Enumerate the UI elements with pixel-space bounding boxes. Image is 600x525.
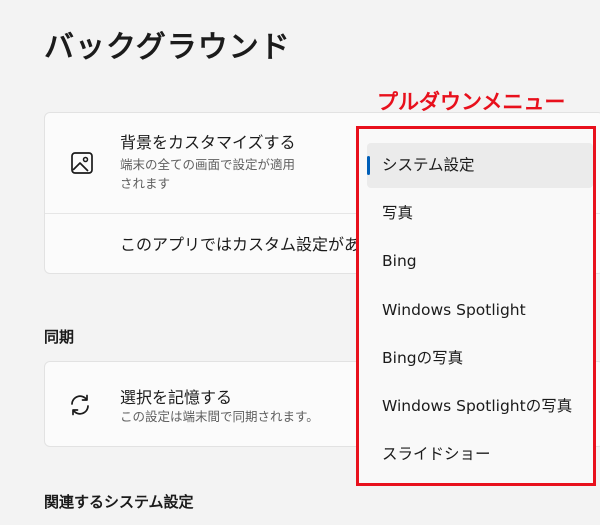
dropdown-option-bing-photo[interactable]: Bingの写真 [367,336,593,381]
background-settings-page: バックグラウンド 背景をカスタマイズする 端末の全ての画面で設定が適用 されます… [0,0,600,525]
dropdown-highlight-frame: システム設定 写真 Bing Windows Spotlight Bingの写真… [356,126,596,486]
sync-icon [67,392,93,418]
sync-section-label: 同期 [44,328,75,346]
dropdown-option-windows-spotlight-photo[interactable]: Windows Spotlightの写真 [367,384,593,429]
remember-selection-title: 選択を記憶する [120,388,233,407]
dropdown-option-label: スライドショー [382,445,491,464]
page-title: バックグラウンド [44,30,291,65]
image-icon [69,150,95,176]
dropdown-option-label: システム設定 [382,156,475,174]
related-settings-label: 関連するシステム設定 [44,493,194,511]
dropdown-option-photo[interactable]: 写真 [367,191,593,236]
background-type-dropdown[interactable]: システム設定 写真 Bing Windows Spotlight Bingの写真… [367,143,593,480]
customize-background-subtitle-line2: されます [120,176,171,191]
dropdown-option-windows-spotlight[interactable]: Windows Spotlight [367,288,593,333]
dropdown-option-label: 写真 [382,204,414,223]
selection-indicator [367,156,370,175]
dropdown-option-label: Windows Spotlightの写真 [382,396,573,415]
dropdown-option-label: Bingの写真 [382,348,464,367]
remember-selection-subtitle: この設定は端末間で同期されます。 [120,409,319,424]
customize-background-subtitle-line1: 端末の全ての画面で設定が適用 [120,157,296,172]
customize-background-title: 背景をカスタマイズする [120,133,296,152]
per-app-custom-setting-title: このアプリではカスタム設定がありま [120,235,393,254]
dropdown-option-system-settings[interactable]: システム設定 [367,143,593,188]
dropdown-option-label: Bing [382,252,417,271]
annotation-label: プルダウンメニュー [377,90,566,114]
dropdown-option-slideshow[interactable]: スライドショー [367,432,593,477]
dropdown-option-label: Windows Spotlight [382,300,526,319]
dropdown-option-bing[interactable]: Bing [367,239,593,284]
